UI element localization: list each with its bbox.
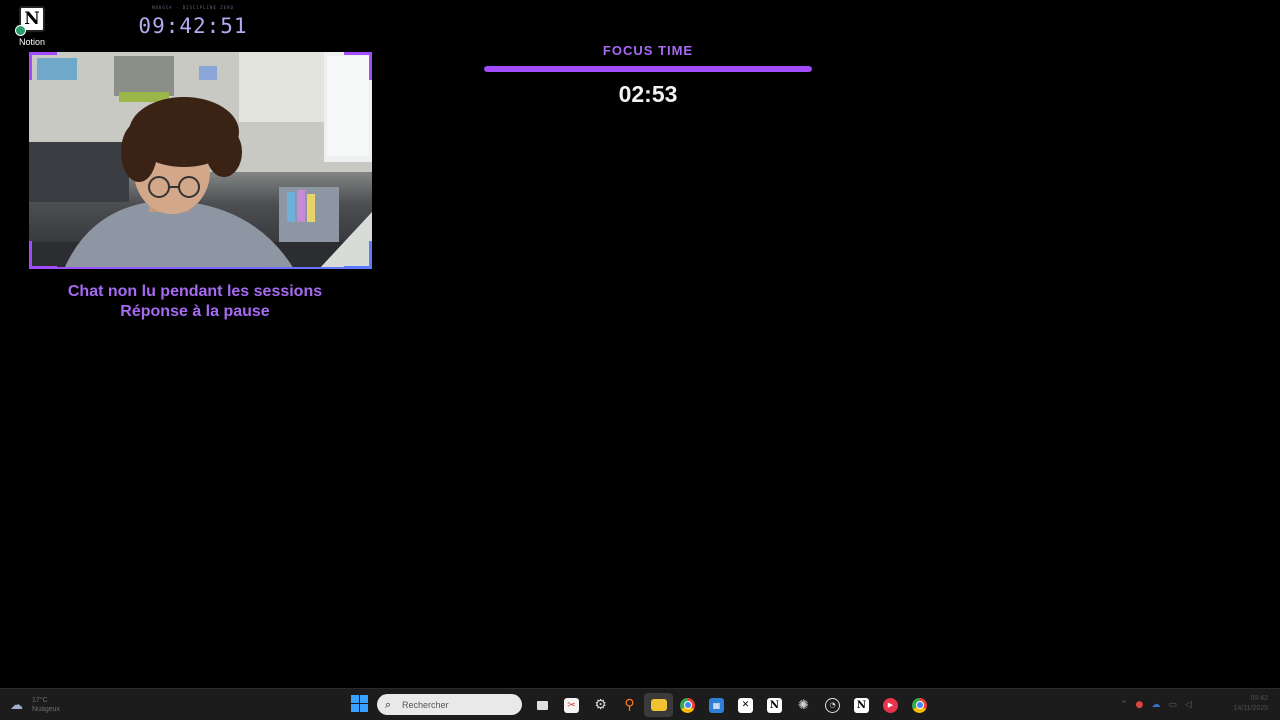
windows-logo-icon — [351, 695, 359, 703]
capcut-icon: ✕ — [738, 697, 753, 713]
taskbar-app-chatgpt[interactable]: ✺ — [789, 693, 818, 717]
taskbar-app-file-explorer[interactable] — [644, 693, 673, 717]
taskbar-app-media-player[interactable]: ▶ — [876, 693, 905, 717]
focus-label: FOCUS TIME — [602, 43, 694, 58]
webcam-frame-corner — [344, 52, 372, 80]
desktop-icon-notion[interactable]: N Notion — [12, 6, 52, 47]
search-placeholder: Rechercher — [402, 699, 449, 710]
desktop-icon-label: Notion — [18, 37, 45, 47]
webcam-image — [29, 52, 372, 269]
taskbar-app-obs[interactable]: ◔ — [818, 693, 847, 717]
volume-icon[interactable]: ◁ — [1185, 700, 1192, 710]
chat-notice-line1: Chat non lu pendant les sessions — [67, 283, 323, 300]
clock-caption: NOUGIA · DISCIPLINE ZERO — [152, 5, 234, 10]
snipping-tool-icon: ✂ — [564, 697, 579, 713]
taskbar-app-snipping-tool[interactable]: ✂ — [557, 693, 586, 717]
webcam-frame-corner — [29, 241, 57, 269]
weather-condition: Nuageux — [32, 706, 61, 713]
task-view-icon — [537, 700, 548, 710]
weather-widget[interactable]: ☁ 17°C Nuageux — [10, 695, 60, 715]
clock-time: 09:42:51 — [138, 14, 248, 38]
webcam-frame-bottom — [29, 267, 372, 269]
magnifier-app-icon: ⚲ — [624, 697, 635, 713]
weather-text: 17°C Nuageux — [32, 696, 60, 714]
tray-time: 09:42 — [1250, 695, 1268, 702]
shortcut-badge-icon — [15, 25, 26, 36]
app-tray-icon[interactable]: ● — [1136, 700, 1144, 710]
network-icon[interactable]: ▭ — [1168, 700, 1177, 710]
cloud-tray-icon[interactable]: ☁ — [1151, 700, 1160, 710]
openai-icon: ✺ — [798, 697, 809, 713]
weather-temp: 17°C — [32, 697, 48, 704]
settings-icon: ⚙ — [594, 697, 607, 713]
taskbar-app-chrome-profile[interactable] — [905, 693, 934, 717]
focus-progress-fill — [484, 66, 812, 72]
focus-progress-bar — [484, 66, 812, 72]
folder-icon — [650, 699, 667, 711]
desktop: N Notion NOUGIA · DISCIPLINE ZERO 09:42:… — [0, 0, 1280, 720]
play-icon: ▶ — [883, 697, 898, 713]
search-icon: ⌕ — [385, 697, 392, 711]
weather-cloud-icon: ☁ — [10, 697, 23, 713]
notion-icon: N — [854, 697, 869, 713]
tray-date: 14/11/2025 — [1233, 705, 1268, 712]
chat-notice-line2: Réponse à la pause — [120, 303, 270, 320]
webcam-frame-corner — [344, 241, 372, 269]
taskbar-app-notion-2[interactable]: N — [847, 693, 876, 717]
webcam-scene — [29, 52, 372, 269]
taskbar-apps: ✂ ⚙ ⚲ ▦ ✕ N ✺ ◔ N ▶ — [528, 693, 934, 717]
start-button[interactable] — [351, 695, 369, 713]
taskbar-app-search[interactable]: ⚲ — [615, 693, 644, 717]
taskbar: ☁ 17°C Nuageux ⌕ Rechercher ✂ ⚙ ⚲ ▦ ✕ N … — [0, 688, 1280, 720]
chrome-icon — [680, 697, 695, 713]
webcam-frame-corner — [29, 52, 57, 80]
taskbar-app-chrome[interactable] — [673, 693, 702, 717]
taskbar-app-store[interactable]: ▦ — [702, 693, 731, 717]
obs-icon: ◔ — [825, 697, 840, 713]
store-icon: ▦ — [709, 697, 724, 713]
taskbar-search[interactable]: ⌕ Rechercher — [377, 694, 522, 715]
notion-icon: N — [767, 697, 782, 713]
taskbar-app-settings[interactable]: ⚙ — [586, 693, 615, 717]
chrome-icon — [912, 697, 927, 713]
taskbar-app-capcut[interactable]: ✕ — [731, 693, 760, 717]
notion-icon: N — [15, 6, 45, 36]
chevron-up-icon[interactable]: ⌃ — [1120, 700, 1128, 710]
tray-clock[interactable]: 09:42 14/11/2025 — [1233, 694, 1268, 714]
system-tray: ⌃ ● ☁ ▭ ◁ — [1120, 695, 1192, 715]
focus-time-remaining: 02:53 — [618, 81, 678, 107]
webcam-feed — [29, 52, 372, 269]
chat-notice: Chat non lu pendant les sessions Réponse… — [29, 282, 361, 322]
taskbar-app-notion[interactable]: N — [760, 693, 789, 717]
taskbar-app-task-view[interactable] — [528, 693, 557, 717]
